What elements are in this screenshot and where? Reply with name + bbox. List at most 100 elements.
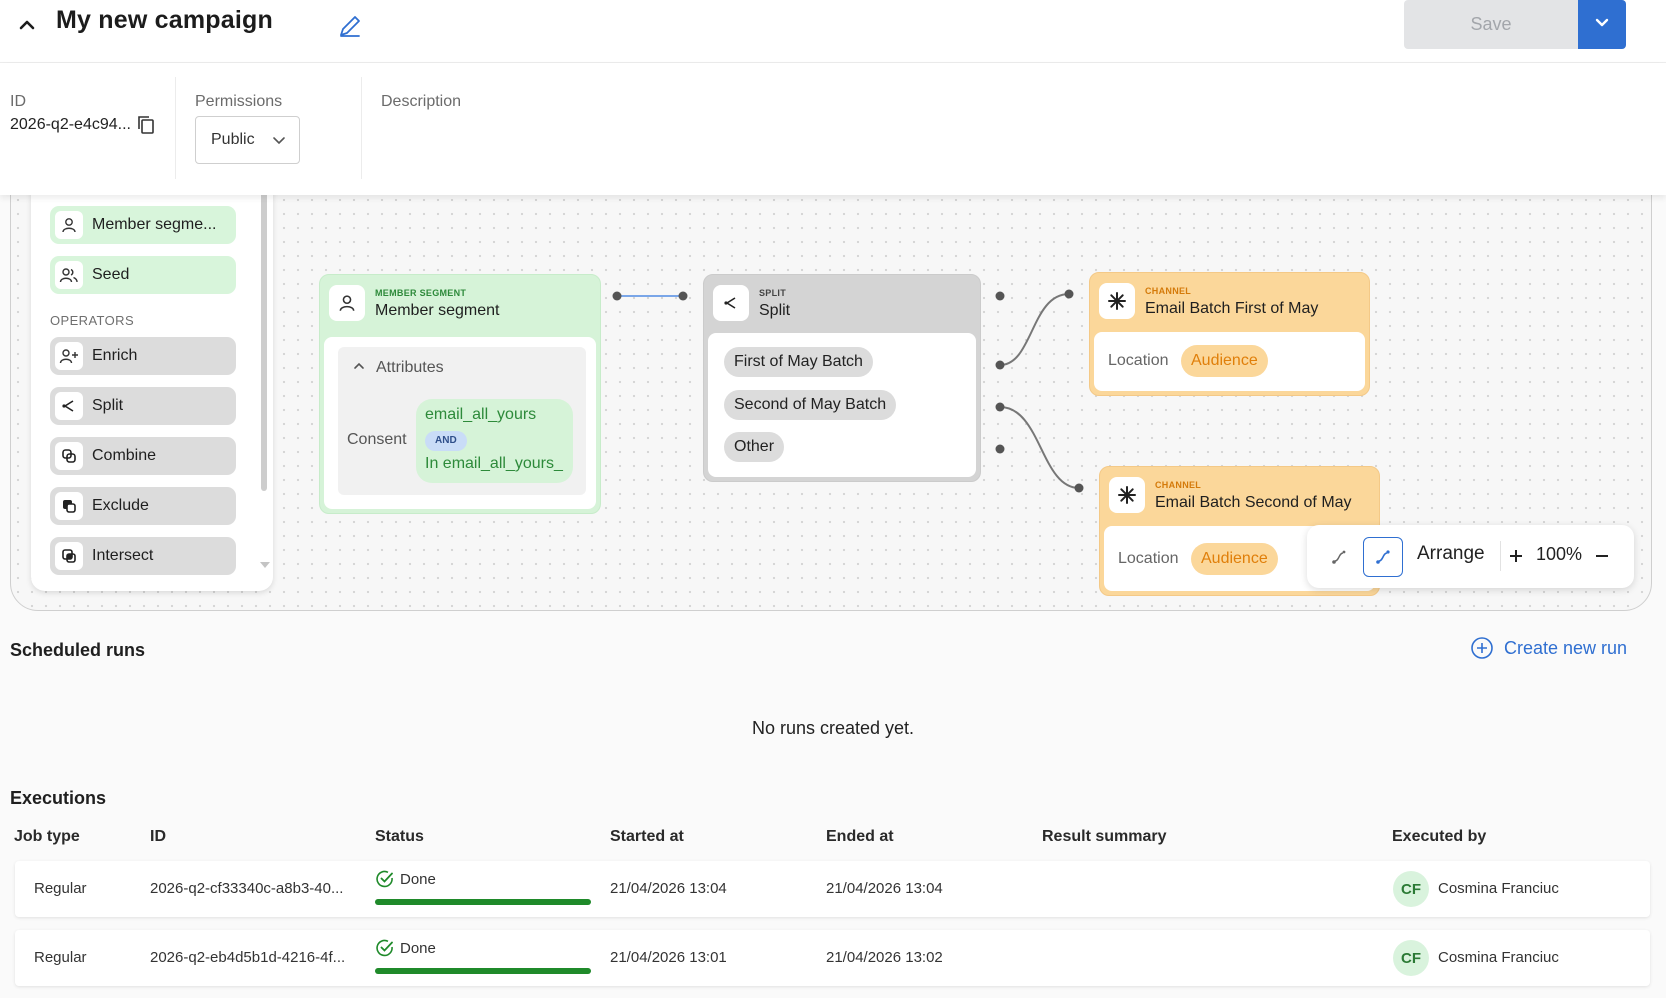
node-body: Location Audience <box>1094 332 1365 391</box>
column-header[interactable]: Result summary <box>1042 828 1167 846</box>
consent-label: Consent <box>347 431 407 448</box>
job-type-cell: Regular <box>34 949 87 966</box>
scheduled-runs-title: Scheduled runs <box>10 640 146 660</box>
chevron-down-icon <box>1594 14 1610 35</box>
attributes-panel: Attributes Consent email_all_yours AND I… <box>338 347 586 495</box>
column-header[interactable]: Executed by <box>1392 828 1486 846</box>
chevron-up-icon[interactable] <box>352 359 366 378</box>
column-header[interactable]: Job type <box>14 828 80 846</box>
port-dot <box>995 360 1005 370</box>
port-dot <box>678 291 688 301</box>
id-label: ID <box>10 93 26 110</box>
split-node[interactable]: SPLIT Split First of May Batch Second of… <box>703 274 981 482</box>
condition-value: email_all_yours <box>425 406 537 423</box>
job-type-cell: Regular <box>34 880 87 897</box>
split-branch[interactable]: Second of May Batch <box>724 390 897 420</box>
canvas-toolbar: Arrange 100% <box>1307 525 1634 588</box>
column-header[interactable]: Ended at <box>826 828 894 846</box>
chevron-down-icon <box>271 132 287 148</box>
column-header[interactable]: ID <box>150 828 166 846</box>
edit-pencil-icon[interactable] <box>336 12 364 40</box>
arrange-button[interactable]: Arrange <box>1417 543 1485 565</box>
flow-canvas[interactable]: Member segme... Seed OPERATORS Enrich Sp… <box>10 150 1652 611</box>
table-row[interactable]: Regular 2026-q2-cf33340c-a8b3-40... Done… <box>15 861 1650 917</box>
permissions-label: Permissions <box>195 93 283 110</box>
consent-condition[interactable]: email_all_yours AND In email_all_yours_ <box>416 399 573 483</box>
node-type-label: MEMBER SEGMENT <box>375 288 467 298</box>
copy-icon[interactable] <box>136 114 156 136</box>
port-dot <box>1074 483 1084 493</box>
attributes-label[interactable]: Attributes <box>376 359 444 377</box>
node-header: CHANNEL Email Batch First of May <box>1090 273 1369 331</box>
divider <box>1500 541 1501 571</box>
avatar: CF <box>1393 871 1429 907</box>
asterisk-icon <box>1099 283 1135 319</box>
page-title: My new campaign <box>56 6 273 34</box>
node-title: Email Batch First of May <box>1145 300 1319 317</box>
and-operator-badge: AND <box>425 431 467 451</box>
condition-value: In email_all_yours_ <box>425 455 563 472</box>
ended-at-cell: 21/04/2026 13:04 <box>826 880 943 897</box>
node-header: SPLIT Split <box>704 275 980 333</box>
execution-id-cell: 2026-q2-eb4d5b1d-4216-4f... <box>150 949 346 966</box>
port-dot <box>612 291 622 301</box>
permissions-value: Public <box>211 131 255 148</box>
location-value-pill[interactable]: Audience <box>1191 543 1278 575</box>
executed-by-cell: Cosmina Franciuc <box>1438 880 1559 897</box>
node-header: CHANNEL Email Batch Second of May <box>1100 467 1379 525</box>
node-type-label: CHANNEL <box>1145 286 1192 296</box>
progress-track <box>375 968 591 974</box>
divider <box>361 77 362 179</box>
split-icon <box>713 285 749 321</box>
status-label: Done <box>400 940 436 957</box>
check-circle-icon <box>375 869 395 894</box>
started-at-cell: 21/04/2026 13:04 <box>610 880 727 897</box>
create-new-run-label: Create new run <box>1504 637 1628 658</box>
executed-by-cell: Cosmina Franciuc <box>1438 949 1559 966</box>
node-header: MEMBER SEGMENT Member segment <box>320 275 600 333</box>
connector-straight-icon[interactable] <box>1319 537 1359 577</box>
campaign-id-value: 2026-q2-e4c94... <box>10 116 131 133</box>
channel-node-first-of-may[interactable]: CHANNEL Email Batch First of May Locatio… <box>1089 272 1370 396</box>
node-type-label: CHANNEL <box>1155 480 1202 490</box>
zoom-in-icon[interactable] <box>1507 547 1525 570</box>
split-branch[interactable]: Other <box>724 432 785 462</box>
location-value-pill[interactable]: Audience <box>1181 345 1268 377</box>
port-dot <box>1064 289 1074 299</box>
progress-bar <box>375 968 591 974</box>
column-header[interactable]: Status <box>375 828 424 846</box>
connector-split-channel-2 <box>999 406 1080 489</box>
permissions-select[interactable]: Public <box>195 116 300 164</box>
progress-bar <box>375 899 591 905</box>
location-label: Location <box>1108 352 1169 369</box>
port-dot <box>995 291 1005 301</box>
zoom-out-icon[interactable] <box>1593 547 1611 570</box>
node-body: Attributes Consent email_all_yours AND I… <box>324 337 596 509</box>
node-body: First of May Batch Second of May Batch O… <box>708 333 976 477</box>
port-dot <box>995 402 1005 412</box>
node-type-label: SPLIT <box>759 288 787 298</box>
split-branch[interactable]: First of May Batch <box>724 347 873 377</box>
started-at-cell: 21/04/2026 13:01 <box>610 949 727 966</box>
empty-runs-message: No runs created yet. <box>751 718 915 738</box>
plus-circle-icon <box>1470 636 1494 660</box>
campaign-details: ID 2026-q2-e4c94... Permissions Public D… <box>0 63 1666 195</box>
ended-at-cell: 21/04/2026 13:02 <box>826 949 943 966</box>
check-circle-icon <box>375 938 395 963</box>
user-icon <box>329 285 365 321</box>
location-label: Location <box>1118 550 1179 567</box>
table-row[interactable]: Regular 2026-q2-eb4d5b1d-4216-4f... Done… <box>15 930 1650 986</box>
status-label: Done <box>400 871 436 888</box>
create-new-run-button[interactable]: Create new run <box>1470 636 1627 660</box>
connector-curved-icon[interactable] <box>1363 537 1403 577</box>
column-header[interactable]: Started at <box>610 828 684 846</box>
save-options-button[interactable] <box>1578 0 1626 49</box>
description-label[interactable]: Description <box>381 93 461 111</box>
execution-id-cell: 2026-q2-cf33340c-a8b3-40... <box>150 880 344 897</box>
save-button[interactable]: Save <box>1404 0 1578 49</box>
avatar: CF <box>1393 940 1429 976</box>
member-segment-node[interactable]: MEMBER SEGMENT Member segment Attributes… <box>319 274 601 514</box>
top-bar: My new campaign Save <box>0 0 1666 63</box>
node-title: Email Batch Second of May <box>1155 494 1352 511</box>
chevron-up-icon[interactable] <box>14 12 40 38</box>
